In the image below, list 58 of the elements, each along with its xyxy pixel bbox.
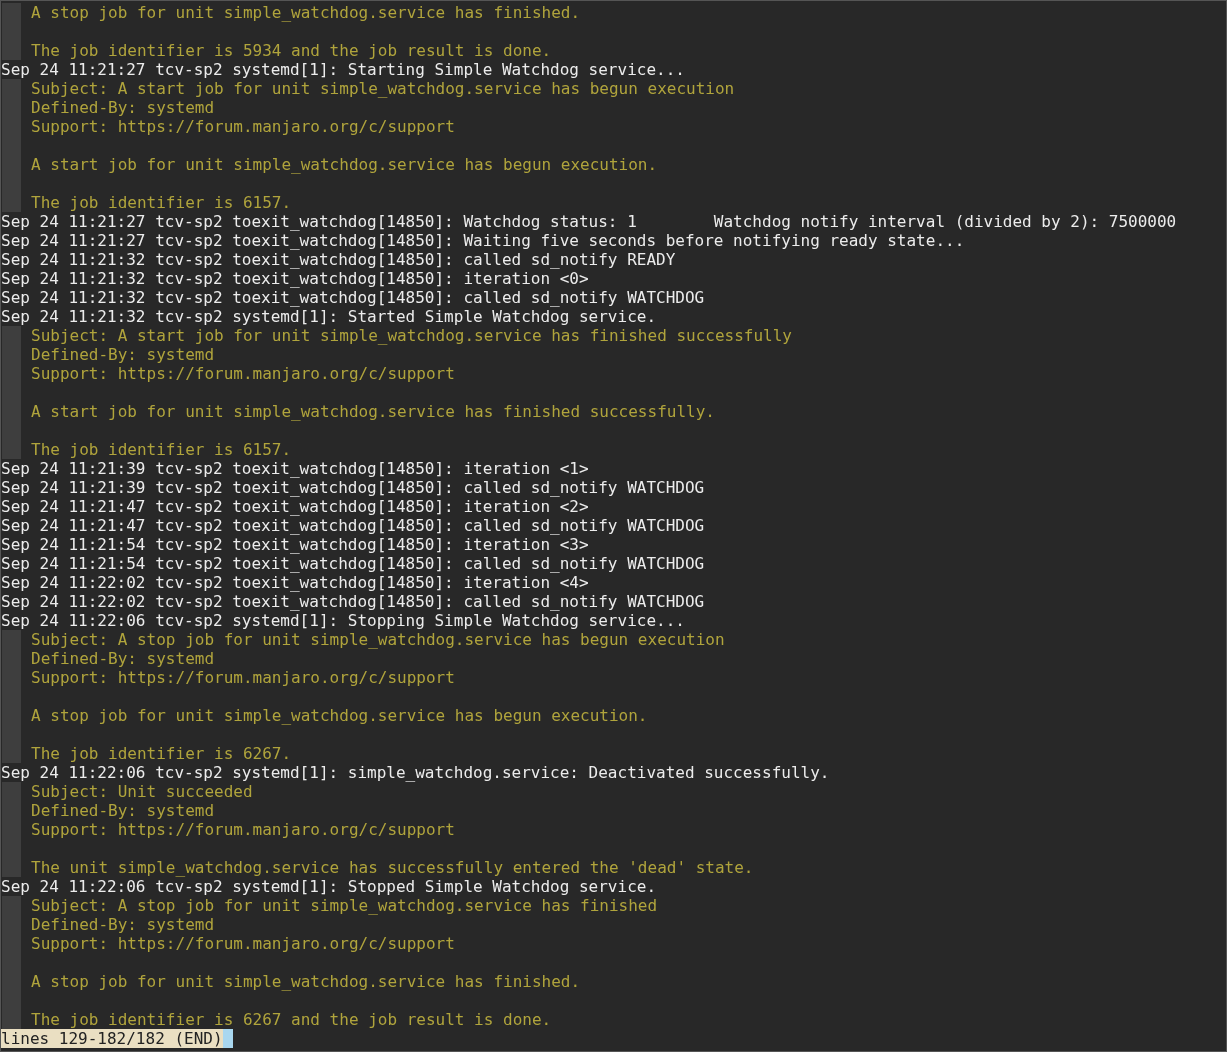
- log-line: Sep 24 11:21:32 tcv-sp2 toexit_watchdog[14850]: called sd_notify WATCHDOG: [1, 288, 705, 307]
- log-line: Sep 24 11:22:02 tcv-sp2 toexit_watchdog[14850]: called sd_notify WATCHDOG: [1, 592, 705, 611]
- log-line: Sep 24 11:21:32 tcv-sp2 toexit_watchdog[14850]: called sd_notify READY: [1, 250, 676, 269]
- gutter-bar: [2, 3, 21, 22]
- log-line: Sep 24 11:21:54 tcv-sp2 toexit_watchdog[14850]: iteration <3>: [1, 535, 589, 554]
- log-line: Sep 24 11:21:32 tcv-sp2 systemd[1]: Started Simple Watchdog service.: [1, 307, 657, 326]
- log-line: Sep 24 11:22:06 tcv-sp2 systemd[1]: simple_watchdog.service: Deactivated successfully.: [1, 763, 830, 782]
- catalog-line: Defined-By: systemd: [31, 98, 215, 117]
- gutter-bar: [2, 41, 21, 60]
- catalog-line: Subject: A start job for unit simple_watchdog.service has begun execution: [31, 79, 735, 98]
- catalog-line: Support: https://forum.manjaro.org/c/support: [31, 820, 455, 839]
- catalog-line: Support: https://forum.manjaro.org/c/support: [31, 934, 455, 953]
- pager-status: lines 129-182/182 (END): [1, 1029, 223, 1048]
- catalog-line: Defined-By: systemd: [31, 915, 215, 934]
- catalog-line: The job identifier is 6157.: [31, 193, 292, 212]
- catalog-line: The job identifier is 5934 and the job result is done.: [31, 41, 552, 60]
- gutter-bar: [2, 1010, 21, 1029]
- log-line: Sep 24 11:21:39 tcv-sp2 toexit_watchdog[14850]: iteration <1>: [1, 459, 589, 478]
- catalog-line: The job identifier is 6157.: [31, 440, 292, 459]
- log-line: Sep 24 11:22:06 tcv-sp2 systemd[1]: Stopping Simple Watchdog service...: [1, 611, 685, 630]
- catalog-line: A stop job for unit simple_watchdog.service has finished.: [31, 972, 581, 991]
- catalog-line: A stop job for unit simple_watchdog.service has finished.: [31, 3, 581, 22]
- catalog-line: Defined-By: systemd: [31, 345, 215, 364]
- catalog-line: Support: https://forum.manjaro.org/c/support: [31, 364, 455, 383]
- catalog-line: The job identifier is 6267.: [31, 744, 292, 763]
- gutter-bar: [2, 858, 21, 877]
- log-line: Sep 24 11:22:06 tcv-sp2 systemd[1]: Stopped Simple Watchdog service.: [1, 877, 657, 896]
- catalog-line: The job identifier is 6267 and the job result is done.: [31, 1010, 552, 1029]
- catalog-line: Defined-By: systemd: [31, 649, 215, 668]
- catalog-line: Subject: A stop job for unit simple_watchdog.service has begun execution: [31, 630, 725, 649]
- catalog-line: A start job for unit simple_watchdog.service has begun execution.: [31, 155, 658, 174]
- log-line: Sep 24 11:21:27 tcv-sp2 toexit_watchdog[14850]: Waiting five seconds before notifying ready state...: [1, 231, 965, 250]
- gutter-bar: [2, 744, 21, 763]
- log-line: Sep 24 11:21:27 tcv-sp2 toexit_watchdog[14850]: Watchdog status: 1 Watchdog notify interval (divided by 2): 7500000: [1, 212, 1177, 231]
- gutter-bar: [2, 896, 21, 915]
- catalog-line: Subject: A start job for unit simple_watchdog.service has finished successfully: [31, 326, 792, 345]
- catalog-line: Subject: A stop job for unit simple_watchdog.service has finished: [31, 896, 658, 915]
- log-line: Sep 24 11:21:47 tcv-sp2 toexit_watchdog[14850]: iteration <2>: [1, 497, 589, 516]
- catalog-line: Subject: Unit succeeded: [31, 782, 253, 801]
- catalog-line: Defined-By: systemd: [31, 801, 215, 820]
- gutter-bar: [2, 630, 21, 649]
- catalog-line: A start job for unit simple_watchdog.service has finished successfully.: [31, 402, 715, 421]
- gutter-bar: [2, 193, 21, 212]
- log-line: Sep 24 11:21:27 tcv-sp2 systemd[1]: Starting Simple Watchdog service...: [1, 60, 685, 79]
- log-line: Sep 24 11:21:54 tcv-sp2 toexit_watchdog[14850]: called sd_notify WATCHDOG: [1, 554, 705, 573]
- catalog-line: A stop job for unit simple_watchdog.service has begun execution.: [31, 706, 648, 725]
- catalog-line: The unit simple_watchdog.service has successfully entered the 'dead' state.: [31, 858, 754, 877]
- text-cursor: [222, 1029, 233, 1048]
- log-line: Sep 24 11:21:32 tcv-sp2 toexit_watchdog[14850]: iteration <0>: [1, 269, 589, 288]
- gutter-bar: [2, 782, 21, 801]
- gutter-bar: [2, 79, 21, 98]
- catalog-line: Support: https://forum.manjaro.org/c/support: [31, 668, 455, 687]
- log-line: Sep 24 11:21:39 tcv-sp2 toexit_watchdog[14850]: called sd_notify WATCHDOG: [1, 478, 705, 497]
- gutter-bar: [2, 440, 21, 459]
- gutter-bar: [2, 326, 21, 345]
- log-line: Sep 24 11:21:47 tcv-sp2 toexit_watchdog[14850]: called sd_notify WATCHDOG: [1, 516, 705, 535]
- log-line: Sep 24 11:22:02 tcv-sp2 toexit_watchdog[14850]: iteration <4>: [1, 573, 589, 592]
- catalog-line: Support: https://forum.manjaro.org/c/support: [31, 117, 455, 136]
